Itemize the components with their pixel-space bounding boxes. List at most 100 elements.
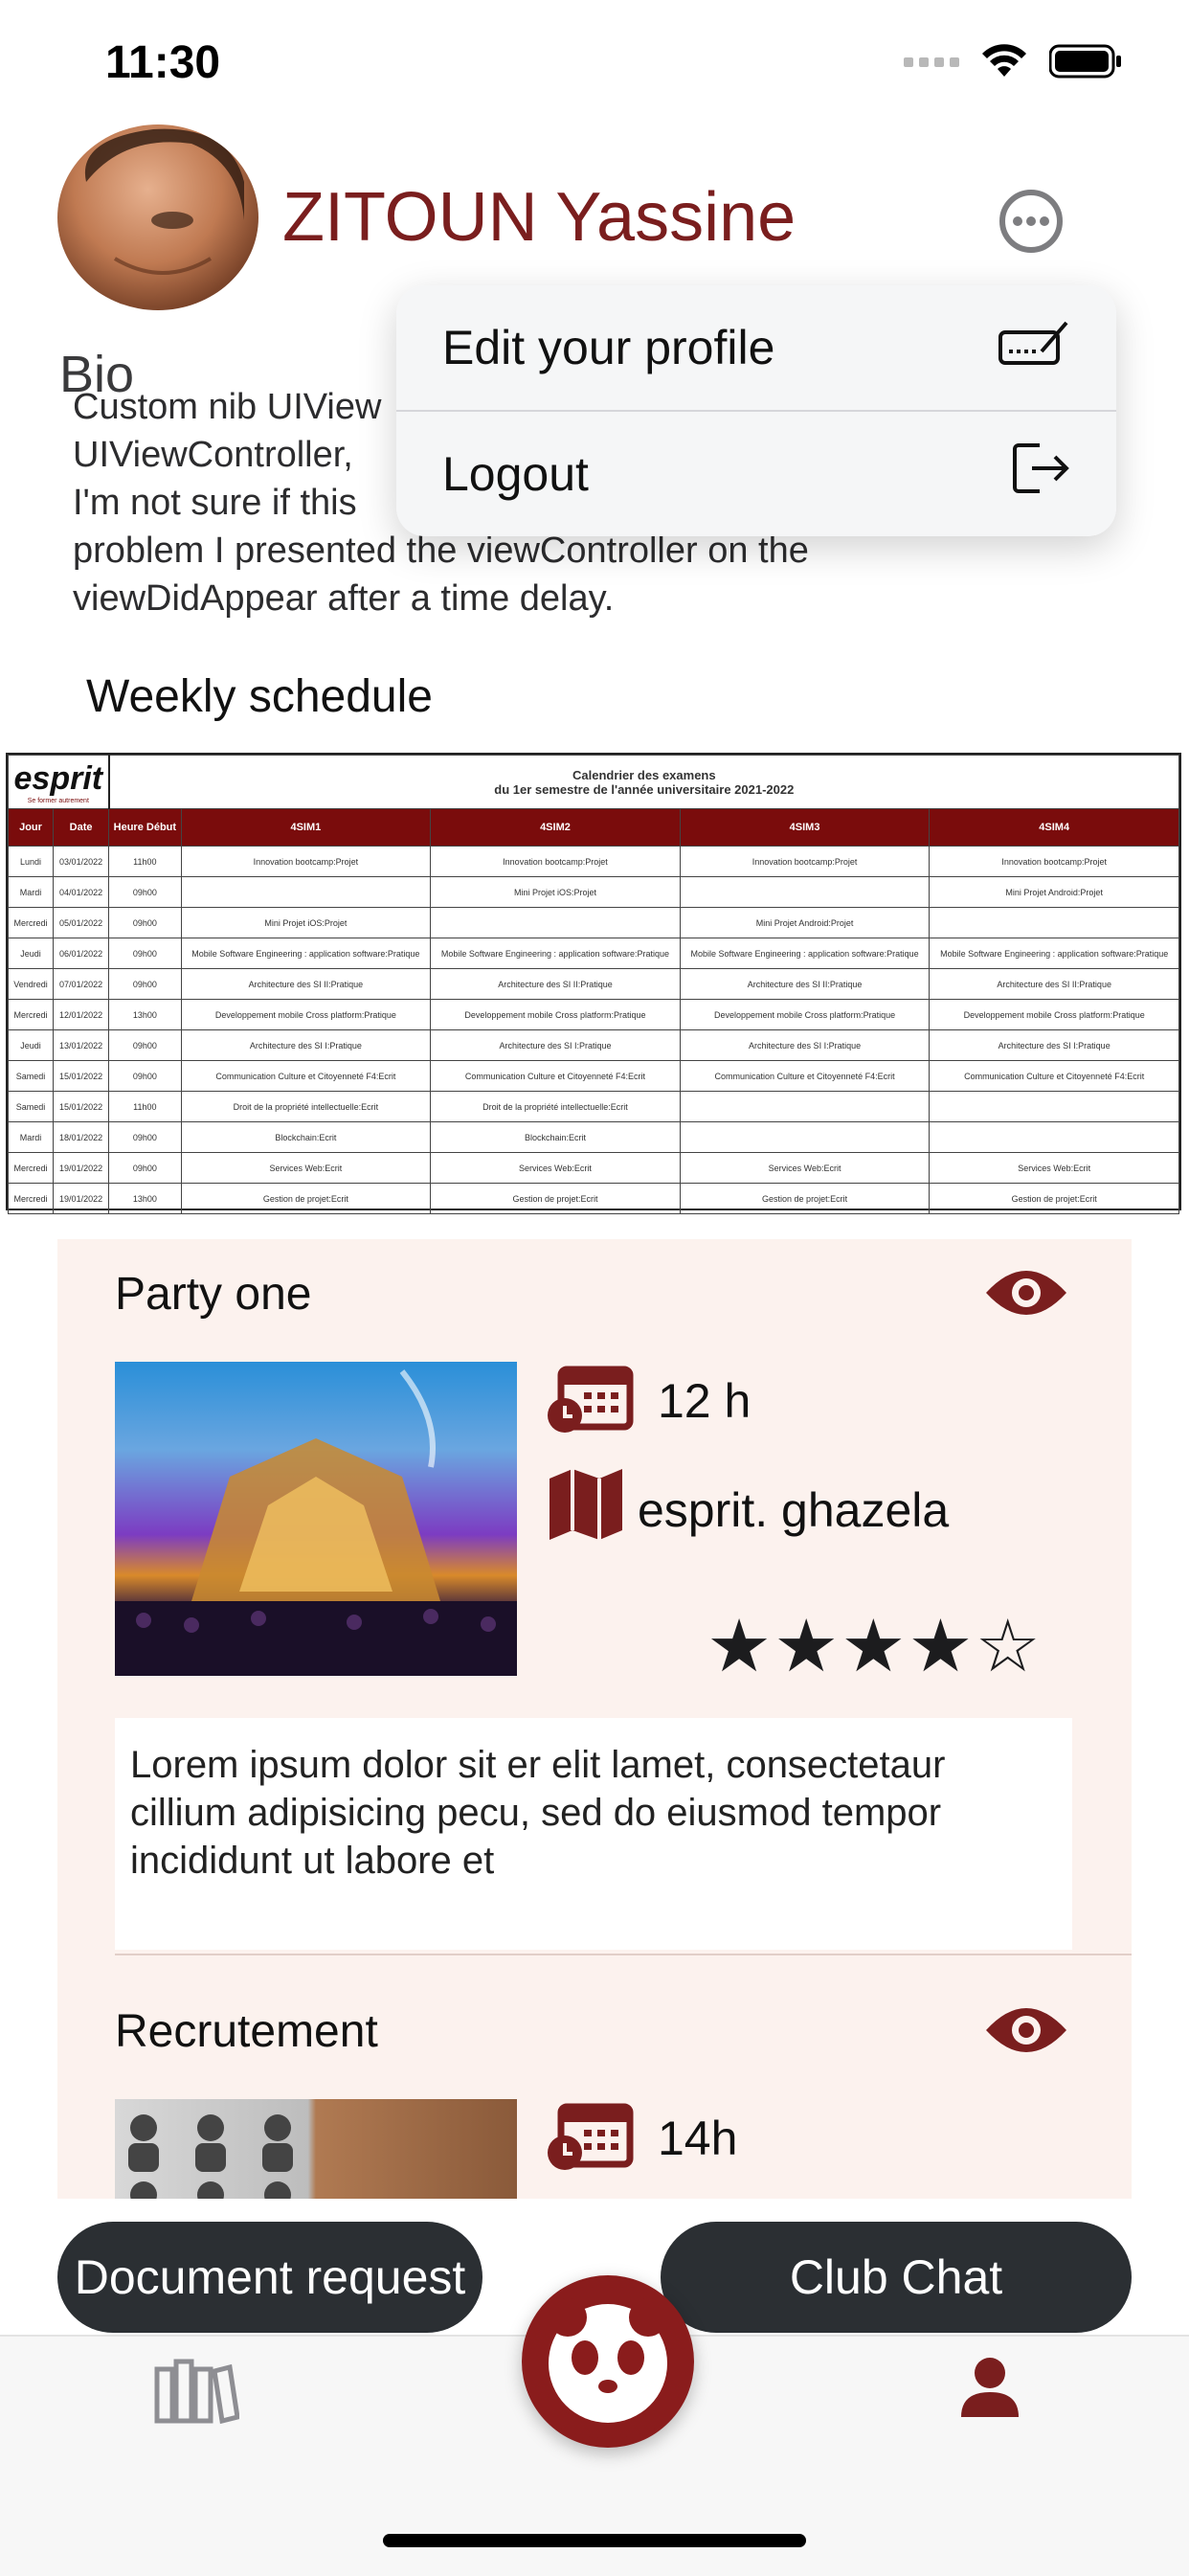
- event-title: Party one: [115, 1269, 312, 1320]
- bio-label: Bio: [59, 346, 135, 403]
- schedule-cell: 19/01/2022: [53, 1152, 110, 1184]
- schedule-cell: Services Web:Ecrit: [679, 1152, 931, 1184]
- star-filled-icon: ★: [908, 1606, 976, 1687]
- event-photo[interactable]: [115, 1362, 517, 1676]
- calendar-heading-1: Calendrier des examens: [572, 767, 716, 782]
- schedule-row: Mardi 04/01/2022 09h00 Mini Projet iOS:Proj…: [7, 876, 1179, 908]
- schedule-cell: Architecture des SI I:Pratique: [430, 1029, 681, 1061]
- schedule-image[interactable]: esprit Se former autrement Calendrier de…: [6, 753, 1181, 1214]
- schedule-row: Lundi 03/01/2022 11h00 Innovation bootcamp:…: [7, 846, 1179, 877]
- schedule-row: Jeudi 13/01/2022 09h00 Architecture des SI …: [7, 1029, 1179, 1061]
- schedule-cell: Communication Culture et Citoyenneté F4:…: [180, 1060, 432, 1092]
- club-logo-button[interactable]: [522, 2275, 694, 2448]
- schedule-cell: 09h00: [108, 876, 182, 908]
- event-photo[interactable]: [115, 2099, 517, 2199]
- schedule-cell: 09h00: [108, 1029, 182, 1061]
- schedule-cell: 09h00: [108, 1060, 182, 1092]
- schedule-cell: Mardi: [7, 876, 55, 908]
- signature-icon: [998, 317, 1070, 378]
- schedule-cell: Mardi: [7, 1121, 55, 1153]
- schedule-column-header: Jour: [7, 808, 55, 847]
- battery-icon: [1048, 44, 1122, 83]
- schedule-cell: Services Web:Ecrit: [430, 1152, 681, 1184]
- calendar-clock-icon: [546, 1362, 636, 1439]
- schedule-cell: Architecture des SI II:Pratique: [679, 968, 931, 1000]
- schedule-cell: 03/01/2022: [53, 846, 110, 877]
- schedule-column-header: 4SIM3: [679, 808, 931, 847]
- schedule-cell: Innovation bootcamp:Projet: [430, 846, 681, 877]
- schedule-cell: Communication Culture et Citoyenneté F4:…: [679, 1060, 931, 1092]
- view-event-button[interactable]: [984, 2003, 1068, 2057]
- schedule-cell: 12/01/2022: [53, 999, 110, 1030]
- tab-profile[interactable]: [959, 2356, 1021, 2424]
- profile-options-menu[interactable]: Edit your profile Logout: [396, 285, 1116, 536]
- menu-item-edit-profile[interactable]: Edit your profile: [396, 285, 1116, 410]
- schedule-row: Mercredi 12/01/2022 13h00 Developpement mob…: [7, 999, 1179, 1030]
- schedule-cell: Mercredi: [7, 1183, 55, 1214]
- schedule-cell: [929, 907, 1179, 938]
- schedule-title: Weekly schedule: [86, 671, 433, 722]
- event-description: Lorem ipsum dolor sit er elit lamet, con…: [115, 1718, 1072, 1950]
- books-icon: [154, 2359, 240, 2425]
- event-duration: 12 h: [658, 1374, 752, 1428]
- schedule-cell: Jeudi: [7, 1029, 55, 1061]
- schedule-cell: Innovation bootcamp:Projet: [679, 846, 931, 877]
- eye-icon: [986, 1271, 1066, 1315]
- home-indicator: [383, 2534, 806, 2547]
- schedule-cell: Services Web:Ecrit: [180, 1152, 432, 1184]
- events-list[interactable]: Party one 12 h esprit. ghazela ★★★★☆ Lor…: [57, 1239, 1132, 2199]
- schedule-row: Mercredi 19/01/2022 09h00 Services Web:Ecri…: [7, 1152, 1179, 1184]
- more-options-button[interactable]: [998, 188, 1065, 255]
- schedule-cell: 15/01/2022: [53, 1060, 110, 1092]
- schedule-cell: 05/01/2022: [53, 907, 110, 938]
- schedule-cell: 09h00: [108, 968, 182, 1000]
- schedule-row: Jeudi 06/01/2022 09h00 Mobile Software Engi…: [7, 938, 1179, 969]
- menu-item-label: Logout: [442, 447, 589, 501]
- schedule-column-header: 4SIM2: [430, 808, 681, 847]
- view-event-button[interactable]: [984, 1266, 1068, 1320]
- tab-library[interactable]: [153, 2358, 240, 2429]
- schedule-cell: Innovation bootcamp:Projet: [929, 846, 1179, 877]
- schedule-cell: [929, 1091, 1179, 1122]
- schedule-row: Mardi 18/01/2022 09h00 Blockchain:Ecrit Bloc…: [7, 1121, 1179, 1153]
- schedule-cell: 09h00: [108, 1152, 182, 1184]
- schedule-cell: Blockchain:Ecrit: [180, 1121, 432, 1153]
- panda-icon: [549, 2298, 667, 2438]
- schedule-cell: 07/01/2022: [53, 968, 110, 1000]
- ellipsis-circle-icon: [999, 190, 1063, 253]
- document-request-button[interactable]: Document request: [57, 2222, 482, 2333]
- schedule-row: Mercredi 19/01/2022 13h00 Gestion de projet…: [7, 1183, 1179, 1214]
- schedule-row: Samedi 15/01/2022 11h00 Droit de la proprié…: [7, 1091, 1179, 1122]
- schedule-cell: [180, 876, 432, 908]
- schedule-cell: Mercredi: [7, 1152, 55, 1184]
- schedule-cell: [430, 907, 681, 938]
- calendar-heading-2: du 1er semestre de l'année universitaire…: [494, 781, 795, 797]
- status-icons: [904, 44, 1122, 83]
- star-filled-icon: ★: [707, 1606, 774, 1687]
- schedule-cell: Droit de la propriété intellectuelle:Ecr…: [180, 1091, 432, 1122]
- menu-item-logout[interactable]: Logout: [396, 412, 1116, 536]
- event-duration: 14h: [658, 2112, 738, 2165]
- schedule-row: Vendredi 07/01/2022 09h00 Architecture des …: [7, 968, 1179, 1000]
- event-title: Recrutement: [115, 2006, 378, 2057]
- schedule-cell: Mobile Software Engineering : applicatio…: [430, 938, 681, 969]
- schedule-cell: Mini Projet Android:Projet: [929, 876, 1179, 908]
- schedule-cell: 11h00: [108, 1091, 182, 1122]
- avatar[interactable]: [57, 124, 258, 310]
- club-chat-button[interactable]: Club Chat: [661, 2222, 1132, 2333]
- schedule-cell: Architecture des SI I:Pratique: [929, 1029, 1179, 1061]
- schedule-cell: Gestion de projet:Ecrit: [929, 1183, 1179, 1214]
- schedule-cell: Jeudi: [7, 938, 55, 969]
- schedule-cell: Lundi: [7, 846, 55, 877]
- map-icon: [548, 1467, 624, 1547]
- schedule-cell: [679, 1091, 931, 1122]
- signal-icon: [904, 54, 959, 74]
- rating-stars: ★★★★☆: [707, 1603, 1043, 1688]
- schedule-cell: [929, 1121, 1179, 1153]
- schedule-cell: Droit de la propriété intellectuelle:Ecr…: [430, 1091, 681, 1122]
- schedule-cell: Gestion de projet:Ecrit: [180, 1183, 432, 1214]
- schedule-cell: 06/01/2022: [53, 938, 110, 969]
- schedule-cell: 09h00: [108, 938, 182, 969]
- schedule-cell: Gestion de projet:Ecrit: [430, 1183, 681, 1214]
- schedule-cell: Mobile Software Engineering : applicatio…: [929, 938, 1179, 969]
